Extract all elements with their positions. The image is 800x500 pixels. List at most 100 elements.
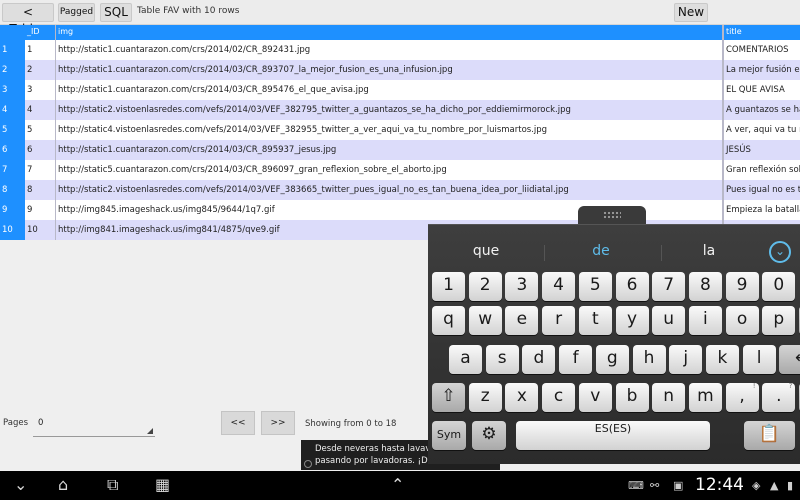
suggestion-divider xyxy=(544,245,545,261)
key-v[interactable]: v xyxy=(578,383,612,412)
cell-id: 9 xyxy=(25,200,56,220)
cell-id: 7 xyxy=(25,160,56,180)
sd-card-icon: ▣ xyxy=(673,479,684,492)
showing-range-text: Showing from 0 to 18 xyxy=(305,419,397,429)
table-row[interactable]: 5 5 http://static4.vistoenlasredes.com/vef… xyxy=(0,120,800,140)
key-8[interactable]: 8 xyxy=(688,272,722,301)
cell-img: http://static2.vistoenlasredes.com/vefs/… xyxy=(56,180,723,200)
table-row[interactable]: 7 7 http://static5.cuantarazon.com/crs/201… xyxy=(0,160,800,180)
column-header-img[interactable]: img xyxy=(56,25,723,40)
key-c[interactable]: c xyxy=(542,383,576,412)
cell-img: http://static4.vistoenlasredes.com/vefs/… xyxy=(56,120,723,140)
cell-title: EL QUE AVISA xyxy=(723,80,800,100)
key-sublabel: ! xyxy=(752,382,756,390)
key-punct-0[interactable]: ,! xyxy=(725,382,759,412)
battery-icon: ▮ xyxy=(787,479,794,492)
key-0[interactable]: 0 xyxy=(762,272,796,301)
key-6[interactable]: 6 xyxy=(615,272,649,301)
key-3[interactable]: 3 xyxy=(505,272,539,301)
keyboard-handle[interactable] xyxy=(578,206,646,226)
key-i[interactable]: i xyxy=(688,306,722,335)
key-j[interactable]: j xyxy=(669,345,703,374)
screenshot-icon[interactable]: ▦ xyxy=(155,476,170,494)
sql-button[interactable]: SQL xyxy=(100,3,132,22)
clipboard-key[interactable]: 📋 xyxy=(744,421,795,450)
cell-id: 8 xyxy=(25,180,56,200)
cell-title: La mejor fusión es xyxy=(723,60,800,80)
suggestion-la[interactable]: la xyxy=(669,243,749,259)
table-row[interactable]: 4 4 http://static2.vistoenlasredes.com/vef… xyxy=(0,100,800,120)
table-row[interactable]: 8 8 http://static2.vistoenlasredes.com/vef… xyxy=(0,180,800,200)
previous-page-button[interactable]: << xyxy=(221,411,255,435)
key-f[interactable]: f xyxy=(559,345,593,374)
key-m[interactable]: m xyxy=(688,383,722,412)
key-9[interactable]: 9 xyxy=(725,272,759,301)
table-row[interactable]: 3 3 http://static1.cuantarazon.com/crs/201… xyxy=(0,80,800,100)
cell-title: JESÚS xyxy=(723,140,800,160)
key-u[interactable]: u xyxy=(652,306,686,335)
key-p[interactable]: p xyxy=(762,306,796,335)
key-e[interactable]: e xyxy=(505,306,539,335)
enter-key[interactable]: ↵ xyxy=(779,345,800,374)
keyboard-status-icon: ⌨ xyxy=(628,479,644,492)
row-number: 5 xyxy=(0,120,25,140)
settings-gear-key[interactable]: ⚙ xyxy=(472,421,506,450)
key-w[interactable]: w xyxy=(468,306,502,335)
toolbar: < Tables Pagged SQL Table FAV with 10 ro… xyxy=(0,0,800,36)
key-b[interactable]: b xyxy=(615,383,649,412)
key-4[interactable]: 4 xyxy=(542,272,576,301)
key-r[interactable]: r xyxy=(542,306,576,335)
pages-select[interactable]: 0 xyxy=(38,418,43,428)
cell-img: http://static2.vistoenlasredes.com/vefs/… xyxy=(56,100,723,120)
system-nav-bar: ⌄ ⌂ ⧉ ▦ ⌃ ⌨ ⚯ ▣ 12:44 ◈ ▲ ▮ xyxy=(0,471,800,500)
column-header-title[interactable]: title xyxy=(723,25,800,40)
table-row[interactable]: 6 6 http://static1.cuantarazon.com/crs/201… xyxy=(0,140,800,160)
key-z[interactable]: z xyxy=(468,383,502,412)
row-number: 10 xyxy=(0,220,25,240)
pagged-button[interactable]: Pagged xyxy=(58,3,95,22)
new-row-button[interactable]: New xyxy=(674,3,708,22)
recent-apps-icon[interactable]: ⧉ xyxy=(107,476,118,494)
wifi-icon: ◈ xyxy=(752,479,761,492)
key-a[interactable]: a xyxy=(449,345,482,374)
suggestion-que[interactable]: que xyxy=(446,243,526,259)
key-y[interactable]: y xyxy=(615,306,649,335)
key-o[interactable]: o xyxy=(725,306,759,335)
table-row[interactable]: 1 1 http://static1.cuantarazon.com/crs/201… xyxy=(0,40,800,60)
key-d[interactable]: d xyxy=(522,345,556,374)
key-x[interactable]: x xyxy=(505,383,539,412)
table-row[interactable]: 9 9 http://img845.imageshack.us/img845/964… xyxy=(0,200,800,220)
key-2[interactable]: 2 xyxy=(468,272,502,301)
key-l[interactable]: l xyxy=(742,345,776,374)
key-g[interactable]: g xyxy=(595,345,629,374)
table-row[interactable]: 2 2 http://static1.cuantarazon.com/crs/201… xyxy=(0,60,800,80)
key-1[interactable]: 1 xyxy=(432,272,465,301)
cell-title: COMENTARIOS xyxy=(723,40,800,60)
key-punct-1[interactable]: .? xyxy=(762,382,796,412)
sym-key[interactable]: Sym xyxy=(432,421,466,450)
row-number: 6 xyxy=(0,140,25,160)
status-clock: 12:44 xyxy=(695,475,744,495)
key-k[interactable]: k xyxy=(705,345,739,374)
cell-id: 5 xyxy=(25,120,56,140)
suggestion-de[interactable]: de xyxy=(561,243,641,259)
key-s[interactable]: s xyxy=(485,345,519,374)
cell-img: http://static1.cuantarazon.com/crs/2014/… xyxy=(56,60,723,80)
cell-id: 3 xyxy=(25,80,56,100)
key-q[interactable]: q xyxy=(432,306,465,335)
row-number: 2 xyxy=(0,60,25,80)
space-key[interactable]: ES(ES) xyxy=(516,421,710,450)
hide-keyboard-chevron-icon[interactable]: ⌄ xyxy=(14,476,27,494)
shift-key[interactable]: ⇧ xyxy=(432,383,465,412)
collapse-chevron-icon[interactable]: ⌄ xyxy=(769,241,791,263)
key-n[interactable]: n xyxy=(652,383,686,412)
column-header-id[interactable]: _ID xyxy=(25,25,56,40)
next-page-button[interactable]: >> xyxy=(261,411,295,435)
expand-up-chevron-icon[interactable]: ⌃ xyxy=(391,476,404,494)
home-icon[interactable]: ⌂ xyxy=(58,476,68,494)
key-7[interactable]: 7 xyxy=(652,272,686,301)
key-h[interactable]: h xyxy=(632,345,666,374)
back-to-tables-button[interactable]: < Tables xyxy=(2,3,54,36)
key-t[interactable]: t xyxy=(578,306,612,335)
key-5[interactable]: 5 xyxy=(578,272,612,301)
